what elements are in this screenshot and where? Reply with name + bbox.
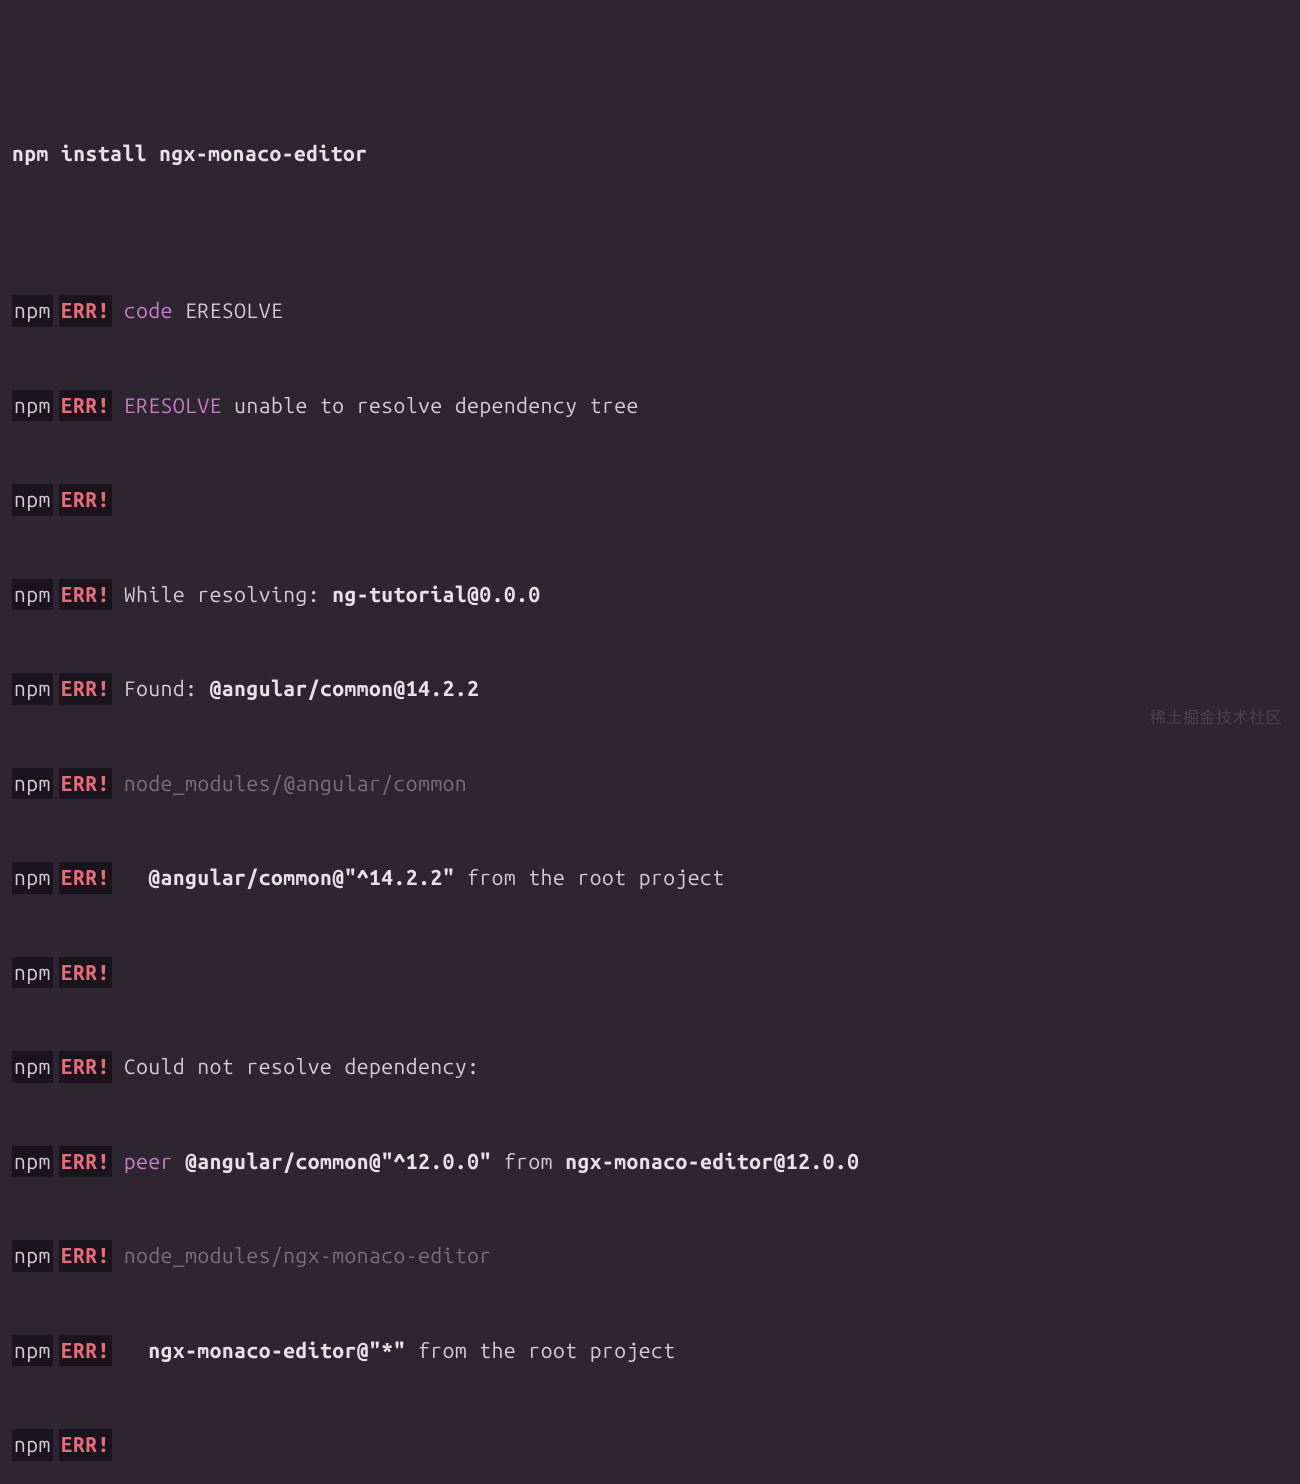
- output-line: npmERR! @angular/common@"^14.2.2" from t…: [12, 862, 1288, 894]
- output-line: npmERR! peer @angular/common@"^12.0.0" fr…: [12, 1146, 1288, 1178]
- err-prefix: ERR!: [59, 1240, 112, 1272]
- output-line: npmERR!: [12, 957, 1288, 989]
- output-line: npmERR!: [12, 484, 1288, 516]
- output-line: npmERR! While resolving: ng-tutorial@0.0.…: [12, 579, 1288, 611]
- watermark-text: 稀土掘金技术社区: [1150, 706, 1282, 730]
- npm-prefix: npm: [12, 1335, 53, 1367]
- err-prefix: ERR!: [59, 862, 112, 894]
- err-prefix: ERR!: [59, 1429, 112, 1461]
- err-prefix: ERR!: [59, 957, 112, 989]
- msg-text: ngx-monaco-editor@"*" from the root proj…: [124, 1335, 676, 1367]
- output-line: npmERR! code ERESOLVE: [12, 295, 1288, 327]
- blank-line: [12, 201, 1288, 232]
- npm-prefix: npm: [12, 1429, 53, 1461]
- npm-prefix: npm: [12, 768, 53, 800]
- npm-prefix: npm: [12, 1146, 53, 1178]
- output-line: npmERR! ERESOLVE unable to resolve depend…: [12, 390, 1288, 422]
- output-line: npmERR! Could not resolve dependency:: [12, 1051, 1288, 1083]
- err-prefix: ERR!: [59, 390, 112, 422]
- npm-prefix: npm: [12, 957, 53, 989]
- err-prefix: ERR!: [59, 1051, 112, 1083]
- npm-prefix: npm: [12, 484, 53, 516]
- err-prefix: ERR!: [59, 1335, 112, 1367]
- msg-text: node_modules/ngx-monaco-editor: [124, 1240, 492, 1272]
- msg-text: ERESOLVE unable to resolve dependency tr…: [124, 390, 639, 422]
- err-prefix: ERR!: [59, 295, 112, 327]
- npm-prefix: npm: [12, 1051, 53, 1083]
- output-line: npmERR! node_modules/ngx-monaco-editor: [12, 1240, 1288, 1272]
- msg-text: @angular/common@"^14.2.2" from the root …: [124, 862, 725, 894]
- npm-prefix: npm: [12, 295, 53, 327]
- err-prefix: ERR!: [59, 1146, 112, 1178]
- err-prefix: ERR!: [59, 768, 112, 800]
- npm-prefix: npm: [12, 1240, 53, 1272]
- npm-prefix: npm: [12, 862, 53, 894]
- output-line: npmERR! ngx-monaco-editor@"*" from the r…: [12, 1335, 1288, 1367]
- command-line: npm install ngx-monaco-editor: [12, 138, 1288, 170]
- err-prefix: ERR!: [59, 673, 112, 705]
- err-prefix: ERR!: [59, 484, 112, 516]
- output-line: npmERR! Found: @angular/common@14.2.2: [12, 673, 1288, 705]
- npm-prefix: npm: [12, 579, 53, 611]
- err-prefix: ERR!: [59, 579, 112, 611]
- msg-text: Found: @angular/common@14.2.2: [124, 673, 480, 705]
- output-line: npmERR!: [12, 1429, 1288, 1461]
- msg-text: While resolving: ng-tutorial@0.0.0: [124, 579, 541, 611]
- msg-text: node_modules/@angular/common: [124, 768, 467, 800]
- command-text: npm install ngx-monaco-editor: [12, 138, 368, 170]
- msg-text: Could not resolve dependency:: [124, 1051, 480, 1083]
- msg-text: peer @angular/common@"^12.0.0" from ngx-…: [124, 1146, 860, 1178]
- npm-prefix: npm: [12, 390, 53, 422]
- npm-prefix: npm: [12, 673, 53, 705]
- msg-text: code ERESOLVE: [124, 295, 283, 327]
- output-line: npmERR! node_modules/@angular/common: [12, 768, 1288, 800]
